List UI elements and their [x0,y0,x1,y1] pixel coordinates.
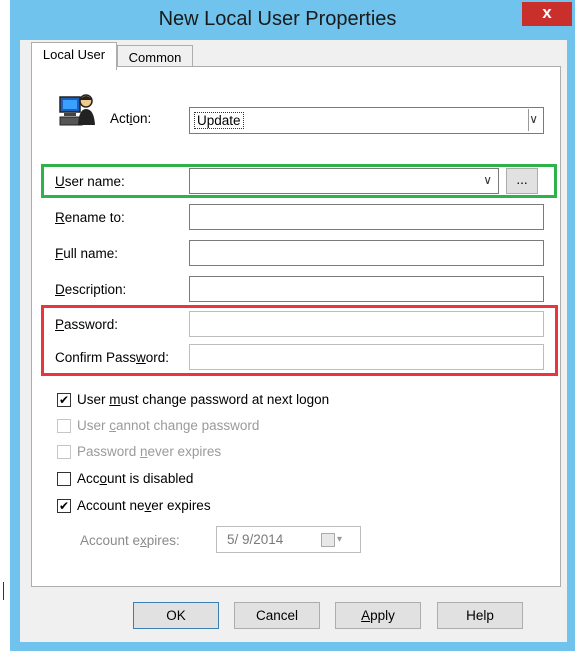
cannot-change-password-label[interactable]: User cannot change password [77,418,259,433]
browse-button[interactable]: ... [506,168,538,194]
users-computer-icon [58,91,98,131]
account-expires-date-picker[interactable]: 5/ 9/2014 ▾ [216,526,361,553]
user-name-field[interactable]: ∨ [189,168,499,194]
apply-button[interactable]: Apply [335,602,421,629]
account-disabled-checkbox[interactable] [57,472,71,486]
chevron-down-icon: ∨ [529,112,538,126]
account-disabled-label[interactable]: Account is disabled [77,471,193,486]
confirm-password-field[interactable] [189,344,544,370]
password-never-expires-checkbox[interactable] [57,445,71,459]
action-value: Update [194,112,244,129]
account-expires-date: 5/ 9/2014 [227,532,284,547]
cannot-change-password-checkbox[interactable] [57,419,71,433]
dialog-client: Local User Common Action: Update ∨ User … [20,40,567,642]
title-bar[interactable]: New Local User Properties x [10,0,575,40]
password-label: Password: [55,317,119,332]
chevron-down-icon: ▾ [337,534,343,545]
tab-panel-local-user: Action: Update ∨ User name: ∨ ... Rename… [31,66,561,587]
account-expires-label: Account expires: [80,533,180,548]
must-change-password-checkbox[interactable]: ✔ [57,393,71,407]
dialog-window: New Local User Properties x Local User C… [10,0,575,651]
account-never-expires-checkbox[interactable]: ✔ [57,499,71,513]
account-never-expires-label[interactable]: Account never expires [77,498,211,513]
full-name-label: Full name: [55,246,119,261]
full-name-field[interactable] [189,240,544,266]
ok-button[interactable]: OK [133,602,219,629]
action-label: Action: [110,111,152,126]
help-button[interactable]: Help [437,602,523,629]
description-label: Description: [55,282,127,297]
password-never-expires-label[interactable]: Password never expires [77,444,221,459]
text-cursor [3,582,4,600]
window-title: New Local User Properties [158,8,397,30]
rename-to-label: Rename to: [55,210,125,225]
confirm-password-label: Confirm Password: [55,350,170,365]
user-name-label: User name: [55,174,125,189]
calendar-icon [321,533,335,547]
close-button[interactable]: x [522,2,572,26]
must-change-password-label[interactable]: User must change password at next logon [77,392,329,407]
action-dropdown[interactable]: Update ∨ [189,107,544,134]
password-field[interactable] [189,311,544,337]
tab-local-user[interactable]: Local User [31,42,117,70]
chevron-down-icon: ∨ [483,173,492,187]
cancel-button[interactable]: Cancel [234,602,320,629]
rename-to-field[interactable] [189,204,544,230]
description-field[interactable] [189,276,544,302]
